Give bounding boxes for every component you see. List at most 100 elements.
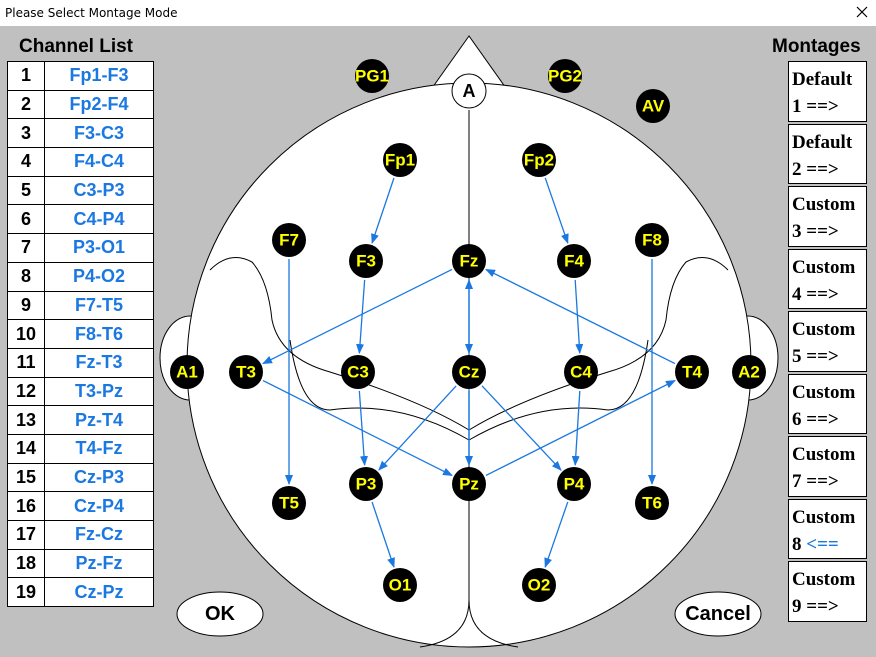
channel-row[interactable]: 15 Cz-P3: [7, 462, 154, 493]
montage-label: Default: [792, 131, 853, 153]
electrode-f4[interactable]: F4: [557, 244, 591, 278]
montage-label: Custom: [792, 319, 856, 340]
montage-arrow: <==: [806, 533, 839, 555]
montage-arrow: ==>: [806, 471, 839, 492]
channel-number: 8: [7, 261, 45, 292]
channel-number: 16: [7, 491, 45, 521]
electrode-p4[interactable]: P4: [557, 467, 591, 501]
channel-row[interactable]: 11 Fz-T3: [7, 347, 154, 378]
channel-row[interactable]: 9 F7-T5: [7, 290, 154, 321]
electrode-label: C4: [570, 363, 592, 382]
channel-number: 2: [7, 89, 45, 120]
channel-pair: T4-Fz: [44, 433, 154, 464]
montage-button-1[interactable]: Default 1 ==>: [788, 61, 867, 122]
channel-row[interactable]: 7 P3-O1: [7, 233, 154, 263]
channel-row[interactable]: 2 Fp2-F4: [7, 89, 154, 120]
electrode-o1[interactable]: O1: [383, 568, 417, 602]
montage-number: 3: [792, 221, 802, 242]
channel-number: 7: [7, 233, 45, 263]
nose-marker[interactable]: A: [451, 73, 487, 109]
montage-button-8[interactable]: Custom 8 <==: [788, 498, 867, 559]
channel-number: 19: [7, 577, 45, 608]
electrode-pg2[interactable]: PG2: [548, 59, 582, 93]
channel-number: 17: [7, 520, 45, 550]
montage-button-4[interactable]: Custom 4 ==>: [788, 248, 867, 309]
channel-row[interactable]: 14 T4-Fz: [7, 433, 154, 464]
channel-number: 5: [7, 175, 45, 206]
electrode-label: T3: [236, 363, 256, 382]
electrode-cz[interactable]: Cz: [452, 355, 486, 389]
electrode-label: P3: [356, 475, 377, 494]
channel-row[interactable]: 6 C4-P4: [7, 204, 154, 235]
channel-row[interactable]: 4 F4-C4: [7, 147, 154, 177]
montage-button-3[interactable]: Custom 3 ==>: [788, 186, 867, 247]
electrode-pg1[interactable]: PG1: [355, 59, 389, 93]
electrode-t4[interactable]: T4: [675, 355, 709, 389]
electrode-pz[interactable]: Pz: [452, 467, 486, 501]
montage-list: Default 1 ==> Default 2 ==> Custom 3 ==> Custo…: [788, 61, 869, 624]
channel-row[interactable]: 3 F3-C3: [7, 118, 154, 149]
channel-number: 3: [7, 118, 45, 149]
channel-number: 11: [7, 347, 45, 378]
montage-arrow: ==>: [806, 283, 839, 305]
channel-number: 18: [7, 548, 45, 579]
channel-row[interactable]: 19 Cz-Pz: [7, 577, 154, 608]
electrode-av[interactable]: AV: [636, 89, 670, 123]
montage-button-7[interactable]: Custom 7 ==>: [788, 436, 867, 497]
channel-pair: C3-P3: [44, 175, 154, 206]
electrode-f3[interactable]: F3: [349, 244, 383, 278]
channel-number: 9: [7, 290, 45, 321]
montage-label: Custom: [792, 194, 856, 215]
ok-button[interactable]: OK: [176, 591, 264, 637]
montage-arrow: ==>: [806, 96, 839, 117]
electrode-f7[interactable]: F7: [272, 223, 306, 257]
electrode-label: PG1: [355, 67, 389, 86]
electrode-fp1[interactable]: Fp1: [383, 143, 417, 177]
channel-row[interactable]: 5 C3-P3: [7, 175, 154, 206]
electrode-c3[interactable]: C3: [341, 355, 375, 389]
montage-button-6[interactable]: Custom 6 ==>: [788, 373, 867, 434]
channel-number: 1: [7, 61, 45, 91]
electrode-t6[interactable]: T6: [635, 486, 669, 520]
electrode-a2[interactable]: A2: [732, 355, 766, 389]
montage-number: 2: [792, 158, 802, 180]
electrode-label: Cz: [459, 363, 480, 382]
channel-number: 12: [7, 376, 45, 407]
electrode-a1[interactable]: A1: [170, 355, 204, 389]
channel-pair: P4-O2: [44, 261, 154, 292]
electrode-c4[interactable]: C4: [564, 355, 598, 389]
channel-pair: Cz-P3: [44, 462, 154, 493]
montage-number: 1: [792, 96, 802, 117]
electrode-t3[interactable]: T3: [229, 355, 263, 389]
channel-row[interactable]: 16 Cz-P4: [7, 491, 154, 521]
channel-pair: Cz-P4: [44, 491, 154, 521]
channel-number: 13: [7, 405, 45, 435]
montage-number: 6: [792, 408, 802, 430]
channel-row[interactable]: 8 P4-O2: [7, 261, 154, 292]
montage-button-9[interactable]: Custom 9 ==>: [788, 561, 867, 622]
channel-pair: C4-P4: [44, 204, 154, 235]
montage-button-2[interactable]: Default 2 ==>: [788, 123, 867, 184]
channel-row[interactable]: 13 Pz-T4: [7, 405, 154, 435]
montage-number: 9: [792, 596, 802, 617]
electrode-label: P4: [564, 475, 585, 494]
channel-row[interactable]: 18 Pz-Fz: [7, 548, 154, 579]
electrode-t5[interactable]: T5: [272, 486, 306, 520]
electrode-fp2[interactable]: Fp2: [522, 143, 556, 177]
electrode-fz[interactable]: Fz: [452, 244, 486, 278]
cancel-button[interactable]: Cancel: [674, 591, 762, 637]
electrode-f8[interactable]: F8: [635, 223, 669, 257]
channel-row[interactable]: 12 T3-Pz: [7, 376, 154, 407]
montage-label: Custom: [792, 569, 856, 590]
electrode-label: PG2: [548, 67, 582, 86]
electrode-label: F4: [564, 252, 584, 271]
channel-row[interactable]: 1 Fp1-F3: [7, 61, 154, 91]
electrode-label: T4: [682, 363, 702, 382]
montage-button-5[interactable]: Custom 5 ==>: [788, 311, 867, 372]
cancel-label: Cancel: [685, 603, 751, 625]
electrode-p3[interactable]: P3: [349, 467, 383, 501]
montage-arrow: ==>: [806, 346, 839, 367]
channel-row[interactable]: 17 Fz-Cz: [7, 520, 154, 550]
electrode-o2[interactable]: O2: [522, 568, 556, 602]
channel-row[interactable]: 10 F8-T6: [7, 319, 154, 349]
